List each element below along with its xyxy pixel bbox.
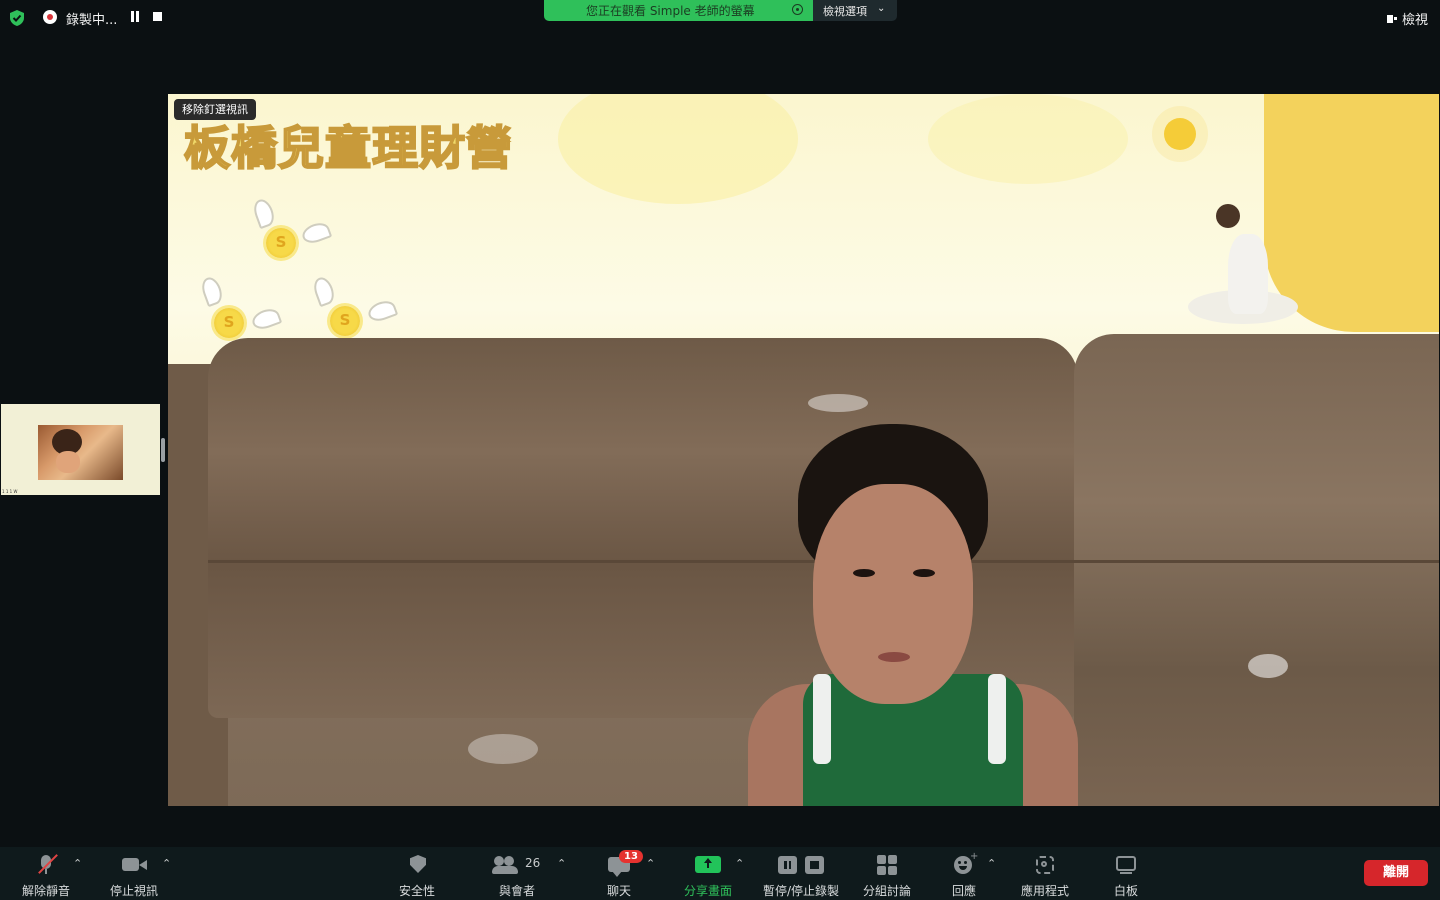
coin-icon: S	[214, 308, 244, 338]
coin-icon: S	[266, 228, 296, 258]
video-camera-icon	[119, 853, 149, 877]
whiteboard-label: 白板	[1113, 884, 1138, 898]
wing-icon	[365, 297, 399, 325]
top-bar: 錄製中... 您正在觀看 Simple 老師的螢幕 檢視選項 ⌄ 檢視	[0, 0, 1440, 36]
pause-stop-record-icon	[776, 853, 826, 877]
background-yellow-shape	[1264, 94, 1439, 332]
breakout-rooms-icon	[872, 853, 902, 877]
unmute-button[interactable]: 解除靜音	[18, 847, 74, 900]
breakout-rooms-label: 分組討論	[862, 884, 911, 898]
apps-label: 應用程式	[1020, 884, 1069, 898]
stop-video-button[interactable]: 停止視訊	[106, 847, 162, 900]
participants-options-chevron-icon[interactable]: ⌃	[557, 857, 566, 870]
share-banner-text: 您正在觀看 Simple 老師的螢幕	[586, 4, 755, 18]
shield-check-icon[interactable]	[8, 9, 26, 27]
view-button[interactable]: 檢視	[1386, 9, 1428, 28]
sofa-cushion-right	[1074, 334, 1439, 806]
stop-recording-icon[interactable]	[153, 12, 162, 21]
main-video-feed[interactable]: S S S 板橋兒童理財營	[168, 94, 1439, 806]
participants-button[interactable]: 26 與會者	[492, 847, 542, 900]
whiteboard-button[interactable]: 白板	[1110, 847, 1142, 900]
chat-button[interactable]: 13 聊天	[600, 847, 643, 900]
pause-recording-icon[interactable]	[130, 11, 139, 22]
participant-thumbnail[interactable]	[1, 404, 160, 495]
reactions-label: 回應	[951, 884, 976, 898]
stop-video-label: 停止視訊	[109, 884, 158, 898]
audio-options-chevron-icon[interactable]: ⌃	[73, 857, 82, 870]
share-screen-icon	[693, 853, 723, 877]
participant-count: 26	[525, 856, 541, 870]
wing-icon	[250, 196, 278, 230]
viewing-share-notice: 您正在觀看 Simple 老師的螢幕	[544, 0, 813, 21]
reactions-options-chevron-icon[interactable]: ⌃	[987, 857, 996, 870]
breakout-rooms-button[interactable]: 分組討論	[860, 847, 914, 900]
security-button[interactable]: 安全性	[394, 847, 440, 900]
meeting-toolbar: 解除靜音 ⌃ 停止視訊 ⌃ 安全性 26 與會者 ⌃ 13 聊天 ⌃ 分享畫面 …	[0, 847, 1440, 900]
coin-icon: S	[330, 306, 360, 336]
background-cloud	[928, 94, 1128, 184]
sofa-highlight	[468, 734, 538, 764]
apps-icon	[1030, 853, 1060, 877]
participant-video-frame	[38, 425, 123, 480]
microphone-muted-icon	[31, 853, 61, 877]
chat-icon: 13	[604, 850, 643, 877]
video-options-chevron-icon[interactable]: ⌃	[162, 857, 171, 870]
wing-icon	[249, 305, 283, 333]
chat-label: 聊天	[606, 884, 631, 898]
whiteboard-icon	[1111, 853, 1141, 877]
reactions-button[interactable]: + 回應	[948, 847, 980, 900]
angel-illustration	[1208, 194, 1268, 324]
participants-icon: 26	[492, 853, 542, 877]
chat-options-chevron-icon[interactable]: ⌃	[646, 857, 655, 870]
view-options-label: 檢視選項	[823, 5, 867, 18]
wing-icon	[198, 274, 226, 308]
chat-unread-badge: 13	[619, 850, 643, 863]
reactions-icon: +	[949, 851, 979, 877]
apps-button[interactable]: 應用程式	[1018, 847, 1072, 900]
chevron-down-icon: ⌄	[877, 3, 886, 14]
wing-icon	[299, 219, 333, 247]
share-screen-button[interactable]: 分享畫面	[680, 847, 736, 900]
view-layout-icon	[1386, 14, 1397, 24]
recording-indicator-icon	[43, 10, 57, 24]
participant-child	[728, 424, 1088, 806]
wing-icon	[310, 274, 338, 308]
thumbnail-resize-handle[interactable]	[161, 438, 165, 462]
background-title: 板橋兒童理財營	[183, 120, 513, 176]
background-cloud	[558, 94, 798, 204]
shield-icon	[402, 853, 432, 877]
screen-share-banner: 您正在觀看 Simple 老師的螢幕 檢視選項 ⌄	[544, 0, 897, 21]
recording-label: 錄製中...	[66, 13, 118, 28]
sofa-highlight	[1248, 654, 1288, 678]
security-label: 安全性	[398, 884, 435, 898]
unpin-video-button[interactable]: 移除釘選視訊	[174, 99, 256, 120]
pause-stop-recording-label: 暫停/停止錄製	[762, 884, 840, 898]
view-options-button[interactable]: 檢視選項 ⌄	[813, 0, 897, 21]
view-button-label: 檢視	[1401, 13, 1428, 28]
share-options-chevron-icon[interactable]: ⌃	[735, 857, 744, 870]
share-screen-label: 分享畫面	[683, 884, 732, 898]
leave-meeting-button[interactable]: 離開	[1364, 860, 1428, 886]
sofa-highlight	[808, 394, 868, 412]
share-status-icon	[792, 4, 803, 15]
pause-stop-recording-button[interactable]: 暫停/停止錄製	[758, 847, 844, 900]
participants-label: 與會者	[498, 884, 535, 898]
thumbnail-participant-name: 1 1 1 W	[2, 489, 18, 494]
sun-icon	[1164, 118, 1196, 150]
unmute-label: 解除靜音	[21, 884, 70, 898]
